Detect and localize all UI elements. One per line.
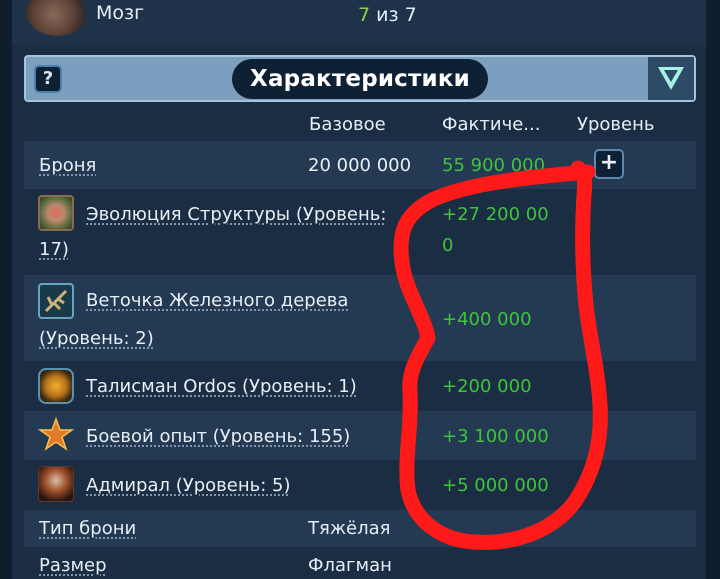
brain-count: 7 из 7 [358,4,417,26]
armor-upgrade-plus-button[interactable]: + [594,149,624,179]
combat-experience-icon [37,416,75,453]
bonus-value: +400 000 [442,309,532,330]
bonus-value: +3 100 000 [442,426,549,447]
bonus-value-continued: 0 [442,235,454,256]
brain-label: Мозг [96,2,145,24]
chevron-down-icon [658,67,684,90]
armor-row: Броня 20 000 000 55 900 000 + [24,141,696,189]
column-base: Базовое [309,114,386,135]
armor-type-label[interactable]: Тип брони [39,518,136,539]
bonus-value: +200 000 [442,376,532,397]
help-button[interactable]: ? [34,65,62,93]
collapse-button[interactable] [648,57,694,100]
characteristics-header: ? Характеристики [24,55,696,102]
bonus-value: +5 000 000 [442,475,549,496]
armor-base-value: 20 000 000 [308,155,412,176]
bonus-label[interactable]: Талисман Ordos (Уровень: 1) [86,376,357,397]
section-title: Характеристики [232,59,488,99]
column-actual: Фактиче... [442,114,541,135]
bonus-value: +27 200 00 [442,204,549,225]
bonus-label-continued[interactable]: (Уровень: 2) [39,328,154,349]
bonus-label-continued[interactable]: 17) [39,239,69,260]
admiral-icon [38,466,74,502]
size-value: Флагман [308,555,392,576]
left-frame [0,0,12,579]
structure-evolution-icon [38,195,74,231]
bonus-label[interactable]: Адмирал (Уровень: 5) [86,475,290,496]
ordos-talisman-icon [38,368,74,404]
size-row: Размер Флагман [24,547,696,579]
bonus-label[interactable]: Боевой опыт (Уровень: 155) [86,426,350,447]
bonus-label[interactable]: Эволюция Структуры (Уровень: [86,204,386,225]
brain-count-current: 7 [358,4,371,26]
armor-type-row: Тип брони Тяжёлая [24,510,696,547]
iron-tree-branch-icon [38,283,74,319]
bonus-row: Веточка Железного дерева (Уровень: 2) +4… [24,275,696,361]
bonus-label[interactable]: Веточка Железного дерева [86,290,348,311]
bonus-row: Талисман Ordos (Уровень: 1) +200 000 [24,361,696,411]
column-level: Уровень [577,114,655,135]
bonus-row: Эволюция Структуры (Уровень: 17) +27 200… [24,189,696,275]
armor-type-value: Тяжёлая [308,518,391,539]
armor-label[interactable]: Броня [39,155,96,176]
brain-count-total: из 7 [370,4,417,26]
bonus-row: Адмирал (Уровень: 5) +5 000 000 [24,460,696,510]
armor-actual-value: 55 900 000 [442,155,546,176]
right-frame [706,0,720,579]
bonus-row: Боевой опыт (Уровень: 155) +3 100 000 [24,411,696,460]
size-label[interactable]: Размер [39,555,107,576]
